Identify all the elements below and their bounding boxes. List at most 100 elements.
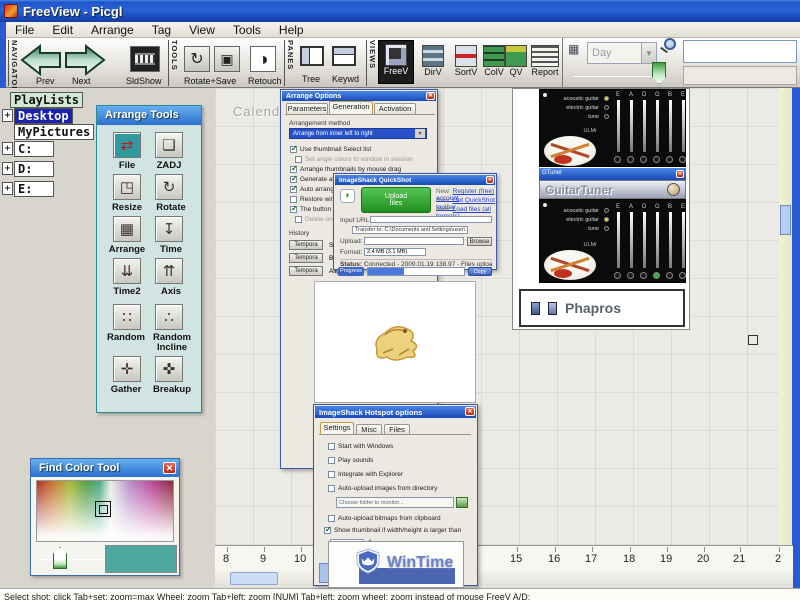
arrange-zadj-button[interactable]: ❏: [155, 132, 183, 158]
mode-radio-acoustic[interactable]: [604, 96, 609, 101]
mode-radio-tune[interactable]: [604, 226, 609, 231]
frog-image-window[interactable]: [314, 281, 476, 403]
copy-button[interactable]: Copy: [468, 267, 492, 276]
string-bar[interactable]: [682, 100, 685, 152]
menu-file[interactable]: File: [6, 22, 43, 38]
string-button[interactable]: [666, 156, 673, 163]
is-checkbox-start[interactable]: Start with Windows: [328, 443, 393, 451]
string-bar[interactable]: [630, 212, 633, 268]
mode-electric-label[interactable]: electric guitar: [543, 217, 599, 223]
grid-view-icon[interactable]: ▦: [568, 42, 579, 56]
arrange-random-incline-button[interactable]: ∴: [155, 304, 183, 330]
canvas-vscrollbar-thumb[interactable]: [780, 205, 791, 235]
tab-parameters[interactable]: Parameters: [286, 103, 328, 114]
tab-generation[interactable]: Generation: [329, 101, 373, 114]
mode-radio-electric[interactable]: [604, 105, 609, 110]
view-qv-button[interactable]: QV: [505, 42, 527, 84]
find-color-title[interactable]: Find Color Tool: [31, 459, 179, 477]
canvas-vscrollbar[interactable]: [779, 88, 792, 545]
brightness-slider-track[interactable]: [39, 559, 105, 560]
string-button[interactable]: [627, 272, 634, 279]
opt-checkbox-1[interactable]: Set angle colors to window in session: [295, 156, 413, 164]
arrange-arrange-button[interactable]: ▦: [113, 216, 141, 242]
string-bar[interactable]: [630, 100, 633, 152]
tree-pane-icon[interactable]: [300, 46, 324, 66]
imageshack-close-icon[interactable]: ✕: [465, 407, 475, 416]
string-button[interactable]: [679, 156, 686, 163]
string-bar[interactable]: [656, 100, 659, 152]
string-bar[interactable]: [656, 212, 659, 268]
menu-tools[interactable]: Tools: [224, 22, 270, 38]
brightness-slider-handle[interactable]: [53, 547, 67, 569]
expander-desktop[interactable]: +: [2, 109, 13, 122]
monitor-folder-combo[interactable]: Choose folder to monitor...: [336, 497, 454, 508]
selection-handle[interactable]: [748, 335, 758, 345]
canvas-hscrollbar[interactable]: [215, 570, 793, 588]
mode-acoustic-label[interactable]: acoustic guitar: [543, 96, 599, 102]
wintime-window[interactable]: WinTime: [328, 541, 464, 588]
zoom-slider-handle[interactable]: [652, 62, 666, 84]
tuner-mini-titlebar[interactable]: GTuner ✕: [539, 168, 686, 180]
view-colv-button[interactable]: ColV: [482, 42, 506, 84]
expander-d-drive[interactable]: +: [2, 162, 13, 175]
string-button[interactable]: [666, 272, 673, 279]
find-color-close-icon[interactable]: ✕: [163, 462, 176, 474]
tuner-close-icon[interactable]: ✕: [676, 170, 684, 178]
search-input[interactable]: [683, 40, 797, 63]
expander-c-drive[interactable]: +: [2, 142, 13, 155]
tuner-knob-icon[interactable]: [667, 183, 680, 196]
day-combobox-chevron-icon[interactable]: ▼: [641, 43, 656, 63]
string-button[interactable]: [679, 272, 686, 279]
mode-radio-electric[interactable]: [604, 217, 609, 222]
save-icon[interactable]: ▣: [214, 46, 240, 72]
view-dirv-button[interactable]: DirV: [418, 42, 448, 84]
menu-tag[interactable]: Tag: [143, 22, 180, 38]
is-checkbox-explorer[interactable]: Integrate with Explorer: [328, 471, 403, 479]
arrange-breakup-button[interactable]: ✜: [155, 356, 183, 382]
arrangement-method-dropdown[interactable]: Arrange from inner left to right ▾: [289, 128, 427, 139]
arrange-gather-button[interactable]: ✛: [113, 356, 141, 382]
retouch-icon[interactable]: ◑: [250, 46, 276, 72]
sidebar-item-d-drive[interactable]: D:: [14, 161, 54, 177]
menu-arrange[interactable]: Arrange: [82, 22, 143, 38]
arrange-time2-button[interactable]: ⇊: [113, 258, 141, 284]
upload-dialog-title[interactable]: ImageShack QuickShot: [335, 175, 495, 185]
arrange-options-title[interactable]: Arrange Options: [282, 91, 436, 101]
is-checkbox-clipboard[interactable]: Auto-upload bitmaps from clipboard: [328, 515, 441, 523]
mode-radio-acoustic[interactable]: [604, 208, 609, 213]
expander-e-drive[interactable]: +: [2, 182, 13, 195]
sidebar-item-e-drive[interactable]: E:: [14, 181, 54, 197]
view-sortv-button[interactable]: SortV: [450, 42, 482, 84]
string-button[interactable]: [614, 156, 621, 163]
arrange-axis-button[interactable]: ⇈: [155, 258, 183, 284]
mode-acoustic-label[interactable]: acoustic guitar: [543, 208, 599, 214]
upload-field[interactable]: [364, 237, 464, 245]
canvas-hscrollbar-thumb[interactable]: [230, 572, 278, 585]
sidebar-item-mypictures[interactable]: MyPictures: [14, 124, 95, 140]
folder-browse-icon[interactable]: [456, 497, 468, 508]
timeline-ruler[interactable]: 8 9 10 11 12 13 14 15 16 17 18 19 20 21 …: [215, 545, 793, 570]
sidebar-item-playlists[interactable]: PlayLists: [10, 92, 84, 108]
string-bar[interactable]: [669, 100, 672, 152]
is-checkbox-thumbnail[interactable]: Show thumbnail if width/height is larger…: [324, 526, 474, 535]
string-button-active[interactable]: [653, 272, 660, 279]
rotate-icon[interactable]: ↻: [184, 46, 210, 72]
transfer-field[interactable]: Transfer to: C:\Documents and Settings\u…: [352, 226, 468, 234]
sidebar-item-c-drive[interactable]: C:: [14, 141, 54, 157]
string-bar[interactable]: [682, 212, 685, 268]
tab-activation[interactable]: Activation: [374, 103, 416, 114]
string-button[interactable]: [614, 272, 621, 279]
string-bar[interactable]: [617, 212, 620, 268]
menu-view[interactable]: View: [180, 22, 224, 38]
mode-radio-tune[interactable]: [604, 114, 609, 119]
input-url-field[interactable]: [370, 216, 492, 223]
mode-tune-label[interactable]: tune: [543, 114, 599, 120]
menu-edit[interactable]: Edit: [43, 22, 82, 38]
tab-misc[interactable]: Misc: [356, 424, 382, 434]
color-picker-cursor[interactable]: [95, 501, 111, 517]
browse-button[interactable]: Browse: [467, 237, 492, 246]
history-field-2[interactable]: Tempora: [289, 266, 323, 276]
mode-electric-label[interactable]: electric guitar: [543, 105, 599, 111]
arrange-random-button[interactable]: ∷: [113, 304, 141, 330]
string-bar[interactable]: [617, 100, 620, 152]
